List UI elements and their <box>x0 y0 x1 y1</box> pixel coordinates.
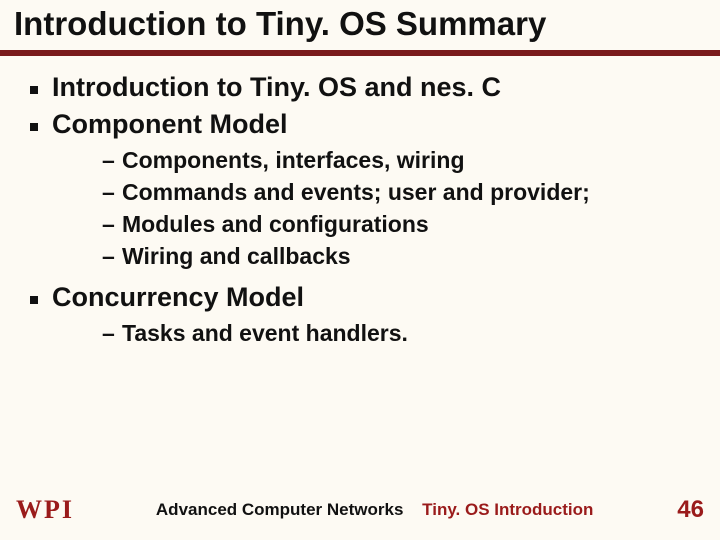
bullet-text: Concurrency Model <box>52 282 304 312</box>
logo-letter-i: I <box>62 497 72 523</box>
sub-bullet-item: Commands and events; user and provider; <box>52 178 702 208</box>
logo-letter-p: P <box>44 497 60 523</box>
sub-bullet-list: Components, interfaces, wiring Commands … <box>52 146 702 272</box>
slide-content: Introduction to Tiny. OS and nes. C Comp… <box>0 56 720 349</box>
slide-title: Introduction to Tiny. OS Summary <box>14 6 706 42</box>
footer-topic: Tiny. OS Introduction <box>422 500 593 519</box>
footer-course: Advanced Computer Networks <box>156 500 404 519</box>
bullet-item: Component Model Components, interfaces, … <box>18 107 702 272</box>
bullet-text: Introduction to Tiny. OS and nes. C <box>52 72 501 102</box>
sub-bullet-item: Wiring and callbacks <box>52 242 702 272</box>
sub-bullet-item: Tasks and event handlers. <box>52 319 702 349</box>
footer: W P I Advanced Computer Networks Tiny. O… <box>0 496 720 524</box>
title-bar: Introduction to Tiny. OS Summary <box>0 0 720 50</box>
sub-bullet-item: Modules and configurations <box>52 210 702 240</box>
wpi-logo: W P I <box>16 497 72 523</box>
logo-letter-w: W <box>16 497 42 523</box>
bullet-item: Concurrency Model Tasks and event handle… <box>18 280 702 349</box>
bullet-list: Introduction to Tiny. OS and nes. C Comp… <box>18 70 702 349</box>
footer-center: Advanced Computer Networks Tiny. OS Intr… <box>72 500 677 520</box>
page-number: 46 <box>677 496 704 524</box>
sub-bullet-item: Components, interfaces, wiring <box>52 146 702 176</box>
bullet-text: Component Model <box>52 109 287 139</box>
bullet-item: Introduction to Tiny. OS and nes. C <box>18 70 702 105</box>
sub-bullet-list: Tasks and event handlers. <box>52 319 702 349</box>
